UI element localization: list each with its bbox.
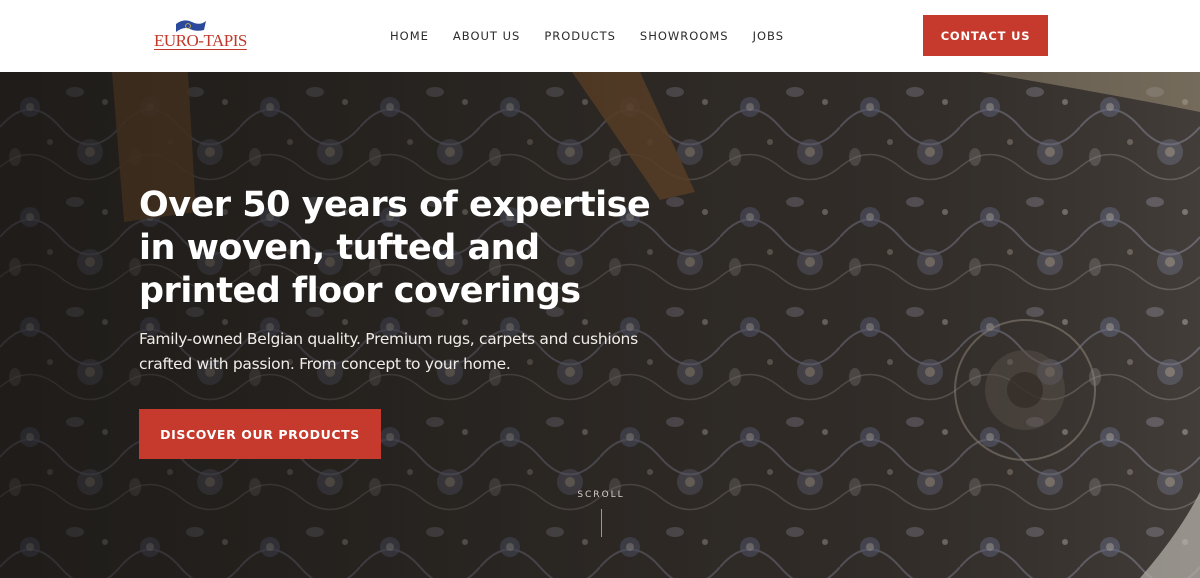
discover-products-button[interactable]: DISCOVER OUR PRODUCTS [139,409,381,459]
nav-item-products[interactable]: PRODUCTS [544,29,616,43]
nav-item-jobs[interactable]: JOBS [753,29,784,43]
nav-item-home[interactable]: HOME [390,29,429,43]
nav-item-showrooms[interactable]: SHOWROOMS [640,29,729,43]
logo-text: EURO-TAPIS [154,31,247,50]
hero-title: Over 50 years of expertise in woven, tuf… [139,185,651,311]
contact-us-button[interactable]: CONTACT US [923,15,1048,56]
nav-item-about-us[interactable]: ABOUT US [453,29,520,43]
euro-tapis-logo[interactable]: EURO-TAPIS [154,18,247,54]
scroll-indicator-line [601,509,602,537]
hero-overlay [0,72,1200,578]
scroll-indicator-label[interactable]: SCROLL [560,490,642,500]
hero-subtitle: Family-owned Belgian quality. Premium ru… [139,330,638,373]
main-nav: HOME ABOUT US PRODUCTS SHOWROOMS JOBS [378,0,796,72]
site-header: EURO-TAPIS HOME ABOUT US PRODUCTS SHOWRO… [0,0,1200,72]
page: EURO-TAPIS HOME ABOUT US PRODUCTS SHOWRO… [0,0,1200,578]
hero-section: Over 50 years of expertise in woven, tuf… [0,72,1200,578]
